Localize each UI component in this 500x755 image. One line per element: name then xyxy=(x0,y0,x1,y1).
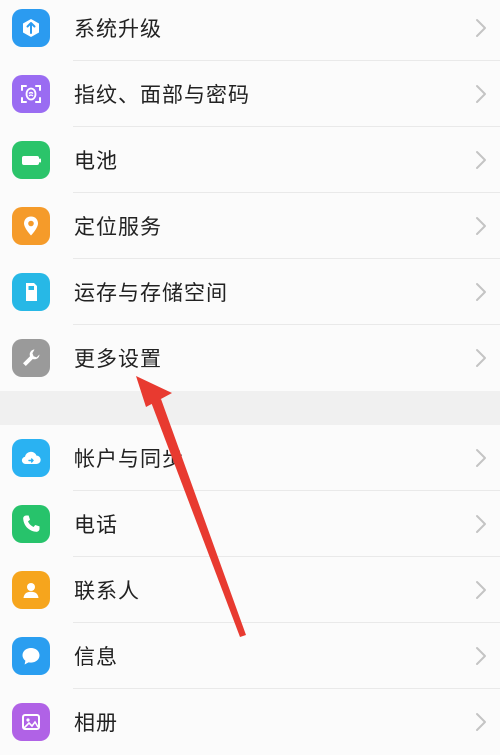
chevron-right-icon xyxy=(474,215,488,237)
settings-item-label: 电话 xyxy=(74,513,118,537)
settings-item-fingerprint-face-password[interactable]: 指纹、面部与密码 xyxy=(0,61,500,127)
settings-item-label: 运存与存储空间 xyxy=(74,281,228,305)
settings-list: 系统升级 指纹、面部与密码 电池 定位服务 运存与存储空间 更多设置 帐户与同步… xyxy=(0,0,500,755)
settings-item-accounts-sync[interactable]: 帐户与同步 xyxy=(0,425,500,491)
contact-person-icon xyxy=(12,571,50,609)
message-bubble-icon xyxy=(12,637,50,675)
chevron-right-icon xyxy=(474,17,488,39)
settings-item-label: 相册 xyxy=(74,711,118,735)
storage-icon xyxy=(12,273,50,311)
settings-item-label: 信息 xyxy=(74,645,118,669)
settings-item-label: 帐户与同步 xyxy=(74,447,184,471)
settings-item-label: 电池 xyxy=(74,149,118,173)
settings-item-label: 系统升级 xyxy=(74,17,162,41)
settings-item-system-update[interactable]: 系统升级 xyxy=(0,0,500,61)
chevron-right-icon xyxy=(474,513,488,535)
settings-item-messages[interactable]: 信息 xyxy=(0,623,500,689)
wrench-icon xyxy=(12,339,50,377)
chevron-right-icon xyxy=(474,83,488,105)
photo-album-icon xyxy=(12,703,50,741)
settings-item-label: 联系人 xyxy=(74,579,140,603)
chevron-right-icon xyxy=(474,711,488,733)
system-update-icon xyxy=(12,9,50,47)
settings-item-contacts[interactable]: 联系人 xyxy=(0,557,500,623)
settings-item-memory-storage[interactable]: 运存与存储空间 xyxy=(0,259,500,325)
settings-group-accounts-apps: 帐户与同步 电话 联系人 信息 相册 xyxy=(0,425,500,755)
chevron-right-icon xyxy=(474,149,488,171)
cloud-sync-icon xyxy=(12,439,50,477)
settings-item-label: 更多设置 xyxy=(74,347,162,371)
chevron-right-icon xyxy=(474,281,488,303)
chevron-right-icon xyxy=(474,347,488,369)
chevron-right-icon xyxy=(474,645,488,667)
settings-item-label: 定位服务 xyxy=(74,215,162,239)
phone-icon xyxy=(12,505,50,543)
settings-item-photo-album[interactable]: 相册 xyxy=(0,689,500,755)
settings-group-system: 系统升级 指纹、面部与密码 电池 定位服务 运存与存储空间 更多设置 xyxy=(0,0,500,391)
location-pin-icon xyxy=(12,207,50,245)
settings-item-more-settings[interactable]: 更多设置 xyxy=(0,325,500,391)
fingerprint-face-icon xyxy=(12,75,50,113)
settings-item-phone[interactable]: 电话 xyxy=(0,491,500,557)
settings-item-label: 指纹、面部与密码 xyxy=(74,83,250,107)
settings-item-location[interactable]: 定位服务 xyxy=(0,193,500,259)
chevron-right-icon xyxy=(474,579,488,601)
chevron-right-icon xyxy=(474,447,488,469)
group-separator xyxy=(0,391,500,425)
battery-icon xyxy=(12,141,50,179)
settings-item-battery[interactable]: 电池 xyxy=(0,127,500,193)
